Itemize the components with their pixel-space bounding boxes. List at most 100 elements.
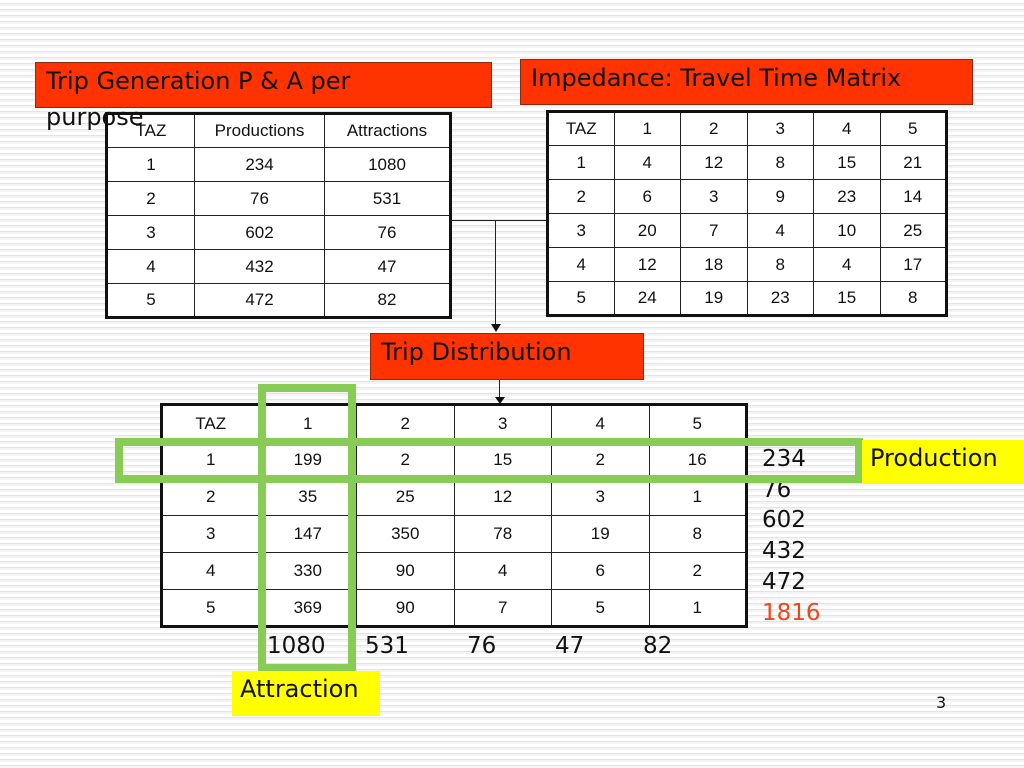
trip-distribution-title: Trip Distribution bbox=[381, 338, 572, 366]
page-number: 3 bbox=[936, 693, 947, 712]
trip-distribution-table: TAZ 1 2 3 4 5 1 199 2 15 2 16 2 35 25 12… bbox=[160, 403, 748, 628]
production-total: 432 bbox=[762, 538, 806, 564]
production-label-text: Production bbox=[870, 444, 998, 472]
cell: 15 bbox=[813, 281, 881, 316]
arrow-down-icon bbox=[491, 324, 501, 332]
cell: 3 bbox=[551, 478, 650, 516]
cell: 19 bbox=[551, 515, 650, 553]
cell: 10 bbox=[813, 213, 881, 248]
attraction-total: 82 bbox=[643, 633, 673, 659]
cell: 3 bbox=[161, 515, 260, 553]
cell: 3 bbox=[547, 213, 615, 248]
cell: 531 bbox=[324, 181, 451, 216]
connector-line-vertical bbox=[495, 220, 496, 326]
table-row: 4 432 47 bbox=[106, 249, 451, 284]
cell: 12 bbox=[613, 247, 681, 282]
production-total: 602 bbox=[762, 507, 806, 533]
cell: 234 bbox=[194, 147, 325, 182]
cell: 90 bbox=[356, 552, 455, 590]
cell: 7 bbox=[453, 589, 552, 627]
cell: 21 bbox=[879, 145, 947, 180]
trip-generation-table: TAZ Productions Attractions 1 234 1080 2… bbox=[105, 112, 452, 319]
cell: 12 bbox=[680, 145, 748, 180]
cell: 1 bbox=[106, 147, 195, 182]
impedance-title-box: Impedance: Travel Time Matrix bbox=[520, 59, 973, 105]
table-row: 3 20 7 4 10 25 bbox=[547, 213, 947, 248]
cell: 19 bbox=[680, 281, 748, 316]
trip-generation-title: Trip Generation P & A per bbox=[46, 67, 351, 95]
trip-distribution-title-box: Trip Distribution bbox=[370, 333, 644, 380]
table-row: 5 24 19 23 15 8 bbox=[547, 281, 947, 316]
cell: 18 bbox=[680, 247, 748, 282]
cell: 4 bbox=[161, 552, 260, 590]
cell: 5 bbox=[106, 283, 195, 318]
cell: 2 bbox=[161, 478, 260, 516]
table-row: 3 147 350 78 19 8 bbox=[161, 515, 747, 553]
production-row-highlight bbox=[115, 438, 863, 483]
attraction-total: 76 bbox=[467, 633, 497, 659]
cell: 76 bbox=[194, 181, 325, 216]
cell: 5 bbox=[161, 589, 260, 627]
cell: 47 bbox=[324, 249, 451, 284]
cell: 5 bbox=[547, 281, 615, 316]
cell: 4 bbox=[613, 145, 681, 180]
cell: 8 bbox=[746, 145, 814, 180]
cell: 1 bbox=[648, 589, 747, 627]
cell: 25 bbox=[356, 478, 455, 516]
cell: 23 bbox=[746, 281, 814, 316]
impedance-table: TAZ 1 2 3 4 5 1 4 12 8 15 21 2 6 3 9 23 … bbox=[546, 110, 948, 317]
header-cell: 5 bbox=[879, 111, 947, 146]
cell: 6 bbox=[551, 552, 650, 590]
cell: 4 bbox=[453, 552, 552, 590]
cell: 1080 bbox=[324, 147, 451, 182]
cell: 2 bbox=[106, 181, 195, 216]
cell: 17 bbox=[879, 247, 947, 282]
cell: 12 bbox=[453, 478, 552, 516]
production-total: 472 bbox=[762, 569, 806, 595]
cell: 76 bbox=[324, 215, 451, 250]
cell: 90 bbox=[356, 589, 455, 627]
cell: 602 bbox=[194, 215, 325, 250]
cell: 8 bbox=[746, 247, 814, 282]
table-row: 2 35 25 12 3 1 bbox=[161, 478, 747, 516]
connector-line-vertical-2 bbox=[499, 379, 500, 399]
impedance-title: Impedance: Travel Time Matrix bbox=[531, 64, 902, 92]
header-cell: 4 bbox=[813, 111, 881, 146]
cell: 1 bbox=[547, 145, 615, 180]
cell: 78 bbox=[453, 515, 552, 553]
header-cell: 5 bbox=[648, 404, 747, 442]
header-cell: TAZ bbox=[161, 404, 260, 442]
table-row: 1 4 12 8 15 21 bbox=[547, 145, 947, 180]
table-row: 2 6 3 9 23 14 bbox=[547, 179, 947, 214]
cell: 2 bbox=[547, 179, 615, 214]
cell: 3 bbox=[106, 215, 195, 250]
cell: 15 bbox=[813, 145, 881, 180]
header-cell: Attractions bbox=[324, 113, 451, 148]
cell: 14 bbox=[879, 179, 947, 214]
cell: 9 bbox=[746, 179, 814, 214]
table-row: 2 76 531 bbox=[106, 181, 451, 216]
cell: 20 bbox=[613, 213, 681, 248]
cell: 8 bbox=[879, 281, 947, 316]
header-cell: 2 bbox=[356, 404, 455, 442]
header-cell: TAZ bbox=[547, 111, 615, 146]
production-grand-total: 1816 bbox=[762, 600, 821, 626]
cell: 5 bbox=[551, 589, 650, 627]
table-row: 1 234 1080 bbox=[106, 147, 451, 182]
attraction-total: 531 bbox=[365, 633, 409, 659]
cell: 350 bbox=[356, 515, 455, 553]
header-cell: 3 bbox=[453, 404, 552, 442]
attraction-total: 47 bbox=[555, 633, 585, 659]
cell: 1 bbox=[648, 478, 747, 516]
cell: 4 bbox=[106, 249, 195, 284]
cell: 25 bbox=[879, 213, 947, 248]
cell: 7 bbox=[680, 213, 748, 248]
table-header-row: TAZ Productions Attractions bbox=[106, 113, 451, 148]
table-header-row: TAZ 1 2 3 4 5 bbox=[547, 111, 947, 146]
header-cell: 3 bbox=[746, 111, 814, 146]
header-cell: 4 bbox=[551, 404, 650, 442]
header-cell: 2 bbox=[680, 111, 748, 146]
trip-generation-title-overflow: purpose bbox=[46, 103, 144, 131]
trip-generation-title-box: Trip Generation P & A per bbox=[35, 62, 492, 108]
cell: 23 bbox=[813, 179, 881, 214]
